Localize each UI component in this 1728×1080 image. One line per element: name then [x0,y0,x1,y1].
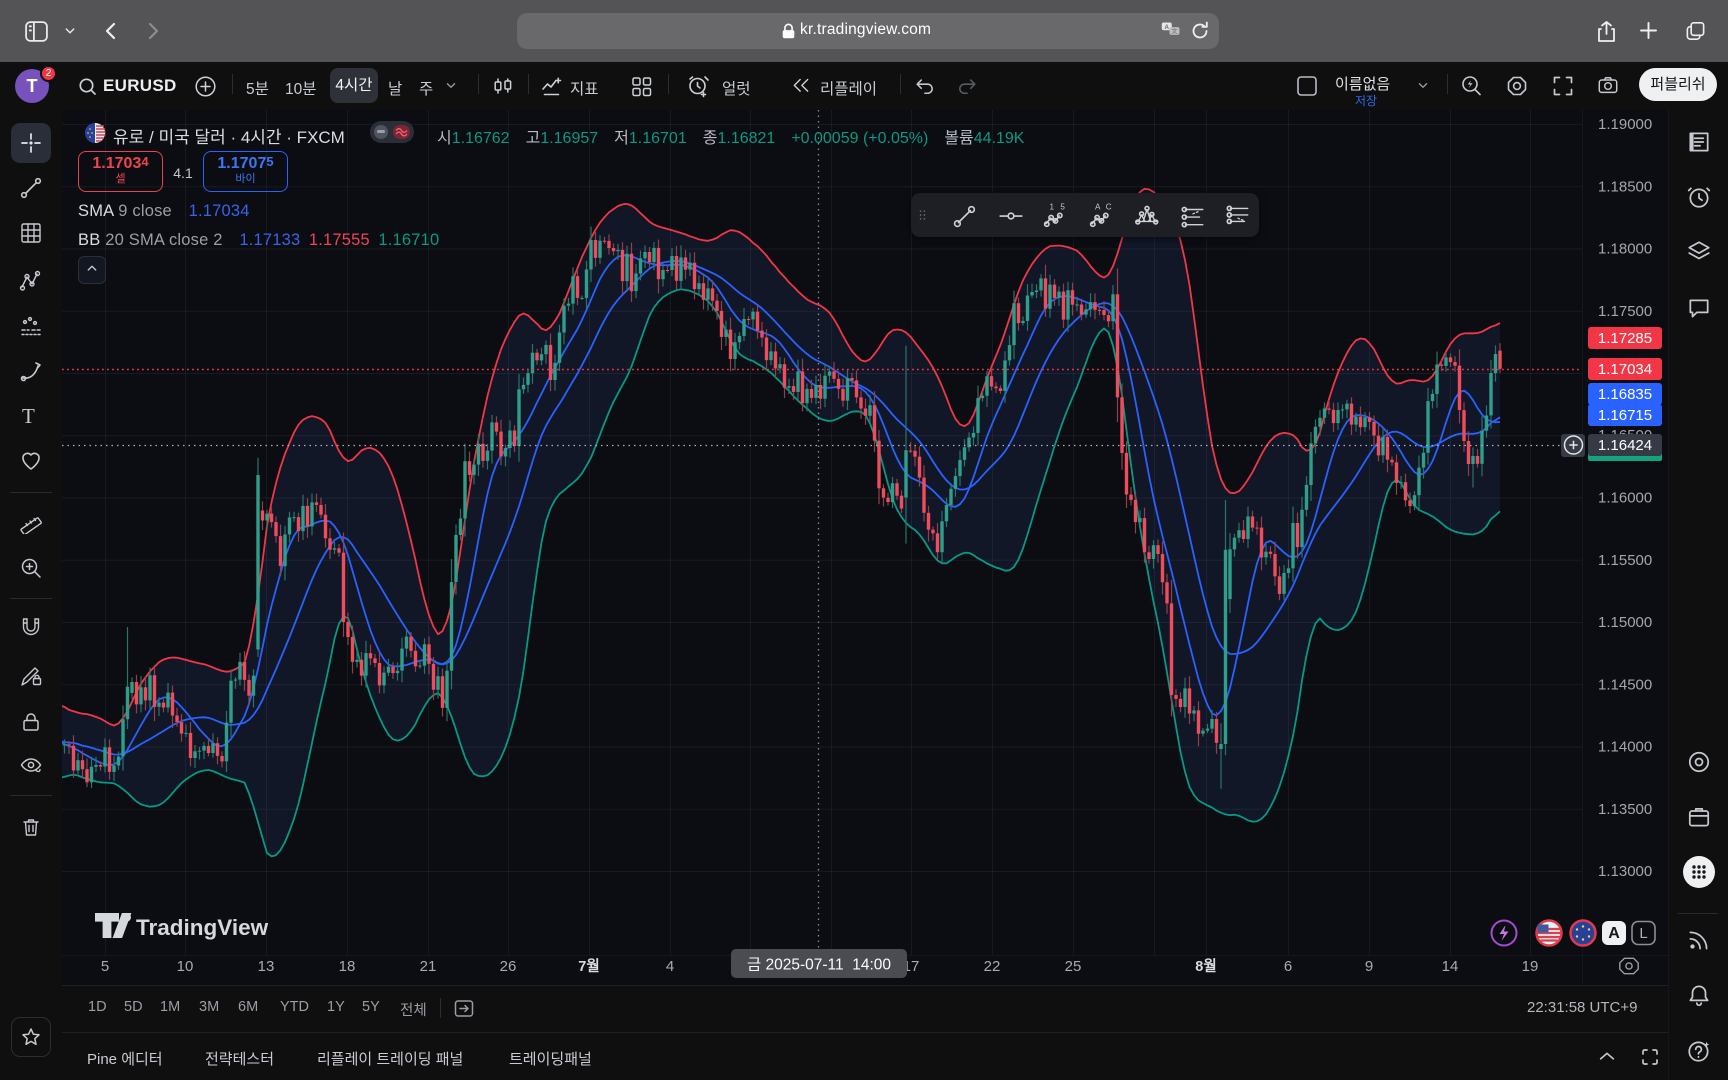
svg-text:1.15500: 1.15500 [1598,552,1652,569]
svg-text:18: 18 [339,958,356,975]
svg-text:1.16000: 1.16000 [1598,490,1652,507]
svg-text:21: 21 [420,958,437,975]
svg-text:1.19000: 1.19000 [1598,116,1652,133]
svg-text:A: A [1165,24,1170,31]
svg-text:TradingView: TradingView [136,915,269,940]
svg-text:1.16424: 1.16424 [1598,437,1652,454]
svg-text:5: 5 [101,958,109,975]
svg-text:22: 22 [984,958,1001,975]
svg-text:1.18500: 1.18500 [1598,178,1652,195]
svg-text:1.13500: 1.13500 [1598,801,1652,818]
svg-text:文: 文 [1171,28,1177,36]
svg-text:1.15000: 1.15000 [1598,614,1652,631]
svg-text:6: 6 [1284,958,1292,975]
svg-text:1.17500: 1.17500 [1598,303,1652,320]
svg-text:8월: 8월 [1195,958,1216,975]
svg-text:1.14000: 1.14000 [1598,739,1652,756]
svg-text:1.18000: 1.18000 [1598,241,1652,258]
svg-text:4: 4 [666,958,674,975]
svg-text:5: 5 [1060,203,1065,212]
svg-text:1.17285: 1.17285 [1598,330,1652,347]
svg-text:A: A [1608,925,1620,942]
svg-text:9: 9 [1365,958,1373,975]
svg-text:14: 14 [1442,958,1459,975]
svg-text:1.16715: 1.16715 [1598,407,1652,424]
svg-text:A: A [1095,203,1101,212]
svg-text:1.14500: 1.14500 [1598,676,1652,693]
svg-text:C: C [1106,203,1112,212]
svg-text:L: L [1639,925,1647,942]
svg-text:1: 1 [1050,203,1055,212]
svg-text:25: 25 [1065,958,1082,975]
svg-text:7월: 7월 [578,958,599,975]
svg-text:26: 26 [500,958,517,975]
svg-text:1.17034: 1.17034 [1598,361,1652,378]
svg-text:13: 13 [258,958,275,975]
svg-text:1.13000: 1.13000 [1598,863,1652,880]
svg-text:금 2025-07-11 14:00: 금 2025-07-11 14:00 [747,957,891,974]
svg-text:10: 10 [177,958,194,975]
svg-text:1.16835: 1.16835 [1598,386,1652,403]
svg-text:19: 19 [1522,958,1539,975]
